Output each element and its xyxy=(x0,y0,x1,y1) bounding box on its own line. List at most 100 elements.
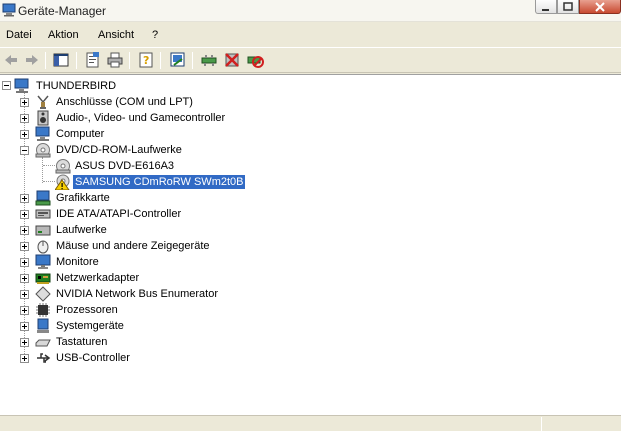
maximize-button[interactable] xyxy=(557,0,579,14)
show-hide-console-tree-button[interactable] xyxy=(52,51,70,69)
tree-category-label: Laufwerke xyxy=(56,224,107,236)
update-driver-button[interactable] xyxy=(200,51,218,69)
tree-category[interactable]: Tastaturen xyxy=(0,334,300,350)
expand-toggle[interactable] xyxy=(20,306,29,315)
status-separator xyxy=(541,417,542,431)
toolbar-separator xyxy=(192,52,193,69)
expand-toggle[interactable] xyxy=(20,194,29,203)
display-adapter-icon xyxy=(35,190,51,206)
menu-help[interactable]: ? xyxy=(152,29,158,41)
properties-button[interactable] xyxy=(84,51,102,69)
ide-controller-icon xyxy=(35,206,51,222)
disable-button[interactable] xyxy=(246,51,264,69)
status-bar xyxy=(0,415,621,431)
minimize-button[interactable] xyxy=(535,0,557,14)
properties-icon xyxy=(86,52,99,68)
tree-category[interactable]: Netzwerkadapter xyxy=(0,270,300,286)
menu-datei[interactable]: Datei xyxy=(6,29,32,41)
keyboard-icon xyxy=(35,334,51,350)
tree-category[interactable]: NVIDIA Network Bus Enumerator xyxy=(0,286,300,302)
expand-toggle[interactable] xyxy=(20,210,29,219)
expand-toggle[interactable] xyxy=(20,258,29,267)
tree-category-label: Computer xyxy=(56,128,105,140)
tree-device-label: ASUS DVD-E616A3 xyxy=(75,160,175,172)
tree-device[interactable]: ASUS DVD-E616A3 xyxy=(0,158,300,174)
mouse-icon xyxy=(35,238,51,254)
console-tree-icon xyxy=(53,53,69,67)
speaker-icon xyxy=(35,110,51,126)
tree-category[interactable]: Grafikkarte xyxy=(0,190,300,206)
tree-device-label-selected: SAMSUNG CDmRoRW SWm2t0B xyxy=(71,174,247,190)
cdrom-warning-icon xyxy=(54,174,71,191)
collapse-toggle[interactable] xyxy=(20,146,29,155)
system-device-icon xyxy=(35,318,51,334)
svg-text:?: ? xyxy=(143,54,149,67)
tree-category[interactable]: Mäuse und andere Zeigegeräte xyxy=(0,238,300,254)
toolbar-separator xyxy=(76,52,77,69)
tree-category[interactable]: Prozessoren xyxy=(0,302,300,318)
uninstall-button[interactable] xyxy=(223,51,241,69)
tree-category[interactable]: USB-Controller xyxy=(0,350,300,366)
tree-category-label: Monitore xyxy=(56,256,99,268)
scan-hardware-icon xyxy=(170,52,185,67)
print-button[interactable] xyxy=(106,51,124,69)
tree-root-label: THUNDERBIRD xyxy=(36,80,117,92)
maximize-icon xyxy=(563,2,573,11)
expand-toggle[interactable] xyxy=(20,226,29,235)
close-icon xyxy=(595,2,605,12)
computer-icon xyxy=(35,126,51,142)
network-adapter-icon xyxy=(35,270,51,286)
tree-category-label: Systemgeräte xyxy=(56,320,124,332)
expand-toggle[interactable] xyxy=(20,274,29,283)
window-title: Geräte-Manager xyxy=(18,4,107,18)
tree-category[interactable]: DVD/CD-ROM-Laufwerke xyxy=(0,142,300,158)
tree-category-label: USB-Controller xyxy=(56,352,130,364)
device-tree[interactable]: THUNDERBIRD Anschlüsse (COM und LPT) Audi… xyxy=(0,74,621,415)
expand-toggle[interactable] xyxy=(20,114,29,123)
tree-category[interactable]: Systemgeräte xyxy=(0,318,300,334)
expand-toggle[interactable] xyxy=(20,98,29,107)
expand-toggle[interactable] xyxy=(20,290,29,299)
tree-category-label: IDE ATA/ATAPI-Controller xyxy=(56,208,182,220)
monitor-icon xyxy=(35,254,51,270)
port-icon xyxy=(35,94,51,110)
tree-category[interactable]: Anschlüsse (COM und LPT) xyxy=(0,94,300,110)
cdrom-icon xyxy=(35,142,51,158)
tree-category-label: Tastaturen xyxy=(56,336,108,348)
toolbar: ? xyxy=(0,47,621,73)
expand-toggle[interactable] xyxy=(20,354,29,363)
back-button[interactable] xyxy=(2,51,20,69)
disable-icon xyxy=(247,56,264,68)
tree-category[interactable]: IDE ATA/ATAPI-Controller xyxy=(0,206,300,222)
expand-toggle[interactable] xyxy=(20,338,29,347)
tree-category-label: NVIDIA Network Bus Enumerator xyxy=(56,288,219,300)
help-icon: ? xyxy=(139,52,153,68)
toolbar-separator xyxy=(45,52,46,69)
device-manager-icon xyxy=(2,3,16,17)
bus-enumerator-icon xyxy=(35,286,51,302)
minimize-icon xyxy=(542,9,549,11)
scan-hardware-button[interactable] xyxy=(169,51,187,69)
cdrom-icon xyxy=(55,158,71,174)
tree-category[interactable]: Laufwerke xyxy=(0,222,300,238)
menu-ansicht[interactable]: Ansicht xyxy=(98,29,134,41)
expand-toggle[interactable] xyxy=(20,242,29,251)
tree-category[interactable]: Monitore xyxy=(0,254,300,270)
tree-root[interactable]: THUNDERBIRD xyxy=(0,78,200,94)
close-button[interactable] xyxy=(579,0,621,14)
tree-category-label: Anschlüsse (COM und LPT) xyxy=(56,96,193,108)
title-bar[interactable]: Geräte-Manager xyxy=(0,0,621,22)
disk-drive-icon xyxy=(35,222,51,238)
tree-category-label: Audio-, Video- und Gamecontroller xyxy=(56,112,226,124)
menu-aktion[interactable]: Aktion xyxy=(48,29,79,41)
tree-device[interactable]: SAMSUNG CDmRoRW SWm2t0B xyxy=(0,174,300,191)
forward-button[interactable] xyxy=(23,51,41,69)
collapse-toggle[interactable] xyxy=(2,81,11,90)
tree-category-label: Grafikkarte xyxy=(56,192,110,204)
uninstall-icon xyxy=(225,53,239,67)
tree-category[interactable]: Computer xyxy=(0,126,300,142)
tree-category[interactable]: Audio-, Video- und Gamecontroller xyxy=(0,110,300,126)
help-button[interactable]: ? xyxy=(137,51,155,69)
expand-toggle[interactable] xyxy=(20,130,29,139)
expand-toggle[interactable] xyxy=(20,322,29,331)
